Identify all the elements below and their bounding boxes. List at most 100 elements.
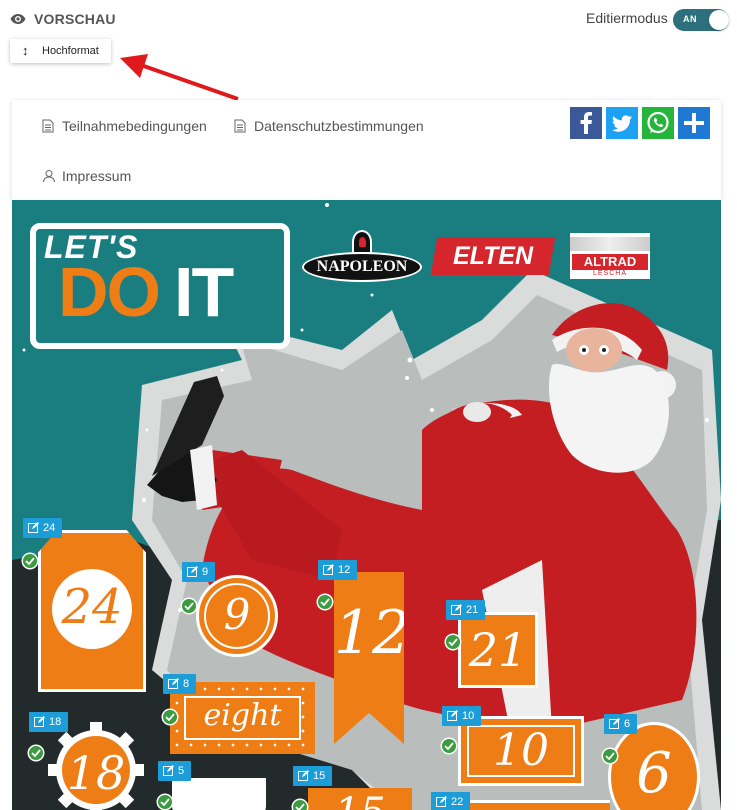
door-edit-tag-10[interactable]: 10: [442, 706, 482, 726]
lescha-logo-text: LESCHA: [592, 270, 627, 277]
share-more-button[interactable]: [678, 107, 710, 139]
user-icon: [43, 170, 55, 183]
link-datenschutz[interactable]: Datenschutzbestimmungen: [234, 118, 424, 134]
checkmark-icon: [160, 798, 170, 806]
document-icon: [42, 119, 54, 133]
link-label: Teilnahmebedingungen: [62, 118, 207, 134]
orientation-button-label: Hochformat: [42, 45, 99, 57]
checkmark-icon: [295, 803, 305, 810]
edit-icon: [28, 522, 39, 533]
door-check-15: [293, 800, 307, 810]
door-check-18: [29, 746, 43, 760]
calendar-door-21[interactable]: 21: [458, 612, 538, 688]
door-check-21: [446, 635, 460, 649]
checkmark-icon: [448, 638, 458, 646]
links-card: Teilnahmebedingungen Datenschutzbestimmu…: [12, 100, 721, 200]
door-number: 18: [66, 746, 126, 800]
twitter-share-button[interactable]: [606, 107, 638, 139]
checkmark-icon: [320, 598, 330, 606]
whatsapp-share-button[interactable]: [642, 107, 674, 139]
eye-icon: [10, 14, 26, 24]
door-edit-tag-24[interactable]: 24: [23, 518, 63, 538]
edit-icon: [609, 718, 620, 729]
edit-icon: [163, 765, 174, 776]
altrad-logo-text: ALTRAD: [572, 254, 648, 270]
door-edit-tag-5[interactable]: 5: [158, 761, 192, 781]
edit-icon: [298, 770, 309, 781]
door-number: 12: [334, 598, 411, 668]
checkmark-icon: [165, 713, 175, 721]
lets-do-it-logo: LET'S DO IT: [30, 223, 290, 349]
edit-icon: [187, 566, 198, 577]
calendar-door-5[interactable]: [172, 778, 266, 810]
door-check-5: [158, 795, 172, 809]
calendar-door-15[interactable]: 15: [308, 788, 412, 810]
altrad-logo: ALTRAD LESCHA: [570, 233, 650, 279]
door-check-6: [603, 749, 617, 763]
facebook-share-button[interactable]: [570, 107, 602, 139]
checkmark-icon: [25, 557, 35, 565]
tag-number: 6: [624, 718, 631, 730]
toggle-state-label: AN: [683, 14, 697, 24]
link-label: Datenschutzbestimmungen: [254, 118, 424, 134]
tag-number: 15: [313, 770, 326, 782]
tag-number: 12: [338, 564, 351, 576]
tag-number: 24: [43, 522, 56, 534]
calendar-door-10[interactable]: 10: [458, 716, 584, 786]
link-teilnahmebedingungen[interactable]: Teilnahmebedingungen: [42, 118, 207, 134]
logo-line2-do: DO: [58, 253, 161, 331]
facebook-icon: [580, 112, 592, 134]
checkmark-icon: [31, 749, 41, 757]
door-edit-tag-18[interactable]: 18: [29, 712, 69, 732]
logo-line2-it: IT: [174, 253, 234, 331]
advent-calendar-poster: LET'S DO IT NAPOLEON ELTEN ALTRAD LESCHA…: [12, 200, 721, 810]
tag-number: 10: [462, 710, 475, 722]
door-edit-tag-15[interactable]: 15: [293, 766, 333, 786]
napoleon-logo-text: NAPOLEON: [316, 258, 408, 275]
edit-icon: [323, 564, 334, 575]
door-check-8: [163, 710, 177, 724]
orientation-button[interactable]: ↕ Hochformat: [10, 39, 111, 63]
page-title: VORSCHAU: [34, 11, 116, 27]
tag-number: 5: [178, 765, 185, 777]
vertical-arrows-icon: ↕: [22, 43, 29, 58]
red-arrow-annotation: [120, 54, 239, 101]
door-edit-tag-6[interactable]: 6: [604, 714, 638, 734]
door-check-10: [442, 739, 456, 753]
edit-mode-toggle[interactable]: AN: [673, 9, 729, 31]
tag-number: 21: [466, 604, 479, 616]
checkmark-icon: [184, 602, 194, 610]
link-impressum[interactable]: Impressum: [42, 168, 131, 184]
door-number: 9: [223, 590, 251, 639]
edit-icon: [34, 716, 45, 727]
calendar-door-9[interactable]: 9: [196, 575, 278, 657]
edit-icon: [451, 604, 462, 615]
edit-icon: [436, 796, 447, 807]
door-number: 6: [636, 741, 672, 806]
door-number: 15: [308, 790, 412, 810]
document-icon: [234, 119, 246, 133]
twitter-icon: [612, 115, 632, 132]
door-edit-tag-12[interactable]: 12: [318, 560, 358, 580]
door-check-24: [23, 554, 37, 568]
door-edit-tag-22[interactable]: 22: [431, 792, 471, 810]
checkmark-icon: [605, 752, 615, 760]
calendar-door-18[interactable]: 18: [46, 720, 146, 810]
toggle-knob[interactable]: [709, 10, 729, 30]
door-edit-tag-21[interactable]: 21: [446, 600, 486, 620]
door-check-9: [182, 599, 196, 613]
elten-logo-text: ELTEN: [452, 242, 534, 270]
door-number: 10: [493, 725, 549, 776]
door-edit-tag-9[interactable]: 9: [182, 562, 216, 582]
door-edit-tag-8[interactable]: 8: [163, 674, 197, 694]
door-check-12: [318, 595, 332, 609]
whatsapp-icon: [647, 111, 669, 134]
napoleon-logo: NAPOLEON: [302, 252, 422, 282]
share-plus-icon: [684, 113, 704, 133]
checkmark-icon: [444, 742, 454, 750]
calendar-door-24[interactable]: 24: [38, 530, 146, 692]
tag-number: 18: [49, 716, 62, 728]
elten-logo: ELTEN: [430, 237, 556, 275]
edit-icon: [447, 710, 458, 721]
tag-number: 22: [451, 796, 464, 808]
